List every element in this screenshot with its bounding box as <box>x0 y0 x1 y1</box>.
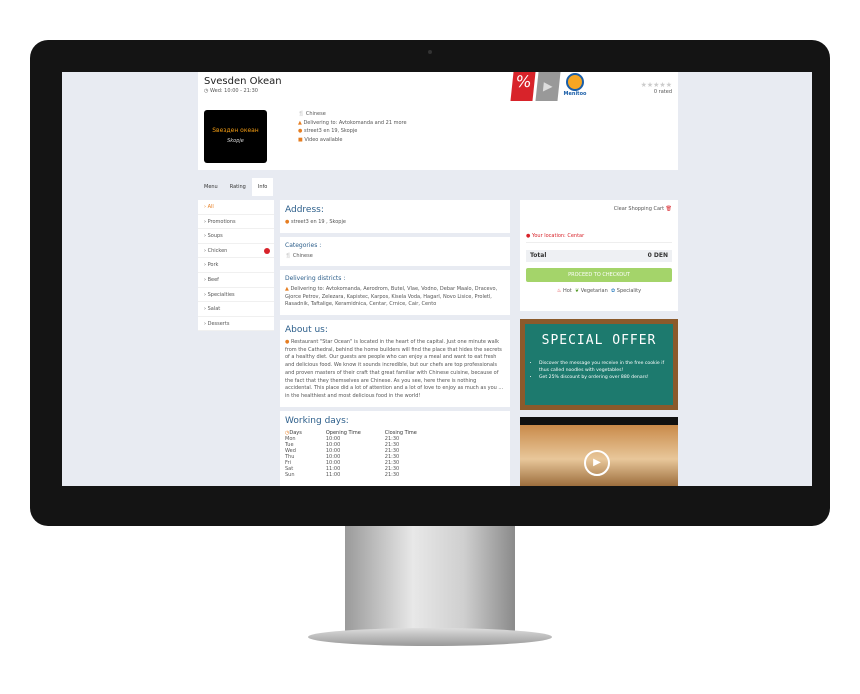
category-sidebar: › All › Promotions › Soups › Chicken › P… <box>198 200 274 332</box>
promo-badge[interactable]: % <box>510 72 536 101</box>
districts-card: Delivering districts : ▲ Delivering to: … <box>280 270 510 315</box>
total-row: Total 0 DEN <box>526 250 672 262</box>
offer-item: Discover the message you receive in the … <box>539 360 673 374</box>
promo-dot-icon <box>264 247 270 254</box>
cutlery-icon: 🍴 <box>285 253 292 259</box>
districts-value: Delivering to: Avtokomanda, Aerodrom, Bu… <box>285 286 498 308</box>
delivering[interactable]: Delivering to: Avtokomanda and 21 more <box>303 120 406 126</box>
day-cell: 11:00 <box>325 472 341 478</box>
working-days-card: Working days: ◷Days Opening Time Closing T… <box>280 411 510 486</box>
cutlery-icon: 🍴 <box>298 111 305 117</box>
sidebar-item-promotions[interactable]: › Promotions <box>198 215 274 230</box>
working-days-table: ◷Days Opening Time Closing Time Mon 10:00 21… <box>285 430 441 478</box>
categories-title: Categories : <box>285 242 322 249</box>
categories-value: Chinese <box>292 253 313 259</box>
tab-info[interactable]: Info <box>251 178 274 196</box>
play-icon[interactable]: ▶ <box>584 450 610 476</box>
rated-count: 0 rated <box>653 89 672 95</box>
camera <box>428 50 432 54</box>
day-row: Sun 11:00 21:30 <box>285 472 441 478</box>
logo-sub: Skopje <box>227 138 244 144</box>
video-available[interactable]: Video available <box>304 137 342 143</box>
trash-icon: 🗑 <box>665 206 672 212</box>
pin-icon: ● <box>285 219 290 225</box>
brand-text: Menitoo <box>563 91 587 97</box>
monitor-stand <box>345 526 515 636</box>
address-title: Address: <box>285 205 324 215</box>
offer-item: Get 25% discount by ordering over 880 de… <box>539 374 673 381</box>
sidebar-item-beef[interactable]: › Beef <box>198 273 274 288</box>
checkout-button[interactable]: PROCEED TO CHECKOUT <box>526 268 672 282</box>
video-small-icon: ■ <box>298 136 303 143</box>
sidebar-item-salat[interactable]: › Salat <box>198 302 274 317</box>
address-value: street3 en 19 , Skopje <box>290 219 346 225</box>
screen: Svesden Okean ◷ Wed: 10:00 - 21:30 % ▶ M… <box>62 72 812 486</box>
about-text: Restaurant "Star Ocean" is located in th… <box>285 339 504 399</box>
sidebar-item-pork[interactable]: › Pork <box>198 258 274 273</box>
opening-hours: ◷ Wed: 10:00 - 21:30 <box>204 88 258 94</box>
categories-card: Categories : 🍴 Chinese <box>280 237 510 266</box>
hot-icon: ♨ <box>556 288 562 294</box>
restaurant-logo: Ѕвезден океан Skopje <box>204 110 267 163</box>
districts-title: Delivering districts : <box>285 275 346 282</box>
about-title: About us: <box>285 325 328 335</box>
pin-icon: ● <box>298 128 303 135</box>
address-card: Address: ● street3 en 19 , Skopje <box>280 200 510 233</box>
video-thumbnail[interactable]: ▶ <box>520 417 678 486</box>
tab-menu[interactable]: Menu <box>198 178 224 196</box>
about-card: About us: ● Restaurant "Star Ocean" is l… <box>280 320 510 407</box>
tab-rating[interactable]: Rating <box>224 178 252 196</box>
day-cell: Sun <box>285 472 295 478</box>
working-title: Working days: <box>285 416 349 426</box>
restaurant-meta: 🍴 Chinese ▲ Delivering to: Avtokomanda a… <box>298 110 407 144</box>
stars-icon: ★★★★★ <box>640 81 672 89</box>
sidebar-item-chicken[interactable]: › Chicken <box>198 244 274 259</box>
sidebar-item-all[interactable]: › All <box>198 200 274 215</box>
legend: ♨ Hot ❦ Vegetarian ✿ Speciality <box>556 288 642 294</box>
info-icon: ● <box>285 339 290 345</box>
shopping-cart: Clear Shopping Cart 🗑 ● Your location: C… <box>520 200 678 311</box>
leaf-icon: ❦ <box>574 288 580 294</box>
category: Chinese <box>305 111 326 117</box>
logo-text: Ѕвезден океан <box>212 127 259 134</box>
offer-title: SPECIAL OFFER <box>541 333 657 348</box>
sidebar-item-desserts[interactable]: › Desserts <box>198 317 274 332</box>
sidebar-item-soups[interactable]: › Soups <box>198 229 274 244</box>
restaurant-header: Svesden Okean ◷ Wed: 10:00 - 21:30 % ▶ M… <box>198 72 678 170</box>
tabs: Menu Rating Info <box>198 178 274 196</box>
monitor-base <box>308 628 552 646</box>
address: street3 en 19, Skopje <box>303 128 358 135</box>
total-value: 0 DEN <box>647 252 668 259</box>
delivery-icon: ▲ <box>298 119 302 126</box>
day-cell: 21:30 <box>384 472 400 478</box>
video-icon[interactable]: ▶ <box>535 72 561 101</box>
hours-text: Wed: 10:00 - 21:30 <box>209 88 258 94</box>
restaurant-name: Svesden Okean <box>204 76 282 87</box>
rating[interactable]: ★★★★★ 0 rated <box>641 81 672 95</box>
clear-cart-button[interactable]: Clear Shopping Cart 🗑 <box>526 206 672 212</box>
clock-icon: ◷ <box>204 88 209 94</box>
delivery-icon: ▲ <box>285 286 289 292</box>
menitoo-logo: Menitoo <box>562 73 588 101</box>
special-offer-banner[interactable]: SPECIAL OFFER Discover the message you r… <box>520 319 678 410</box>
speciality-icon: ✿ <box>610 288 616 294</box>
location[interactable]: ● Your location: Centar <box>526 233 672 243</box>
sidebar-item-specialties[interactable]: › Specialties <box>198 288 274 303</box>
